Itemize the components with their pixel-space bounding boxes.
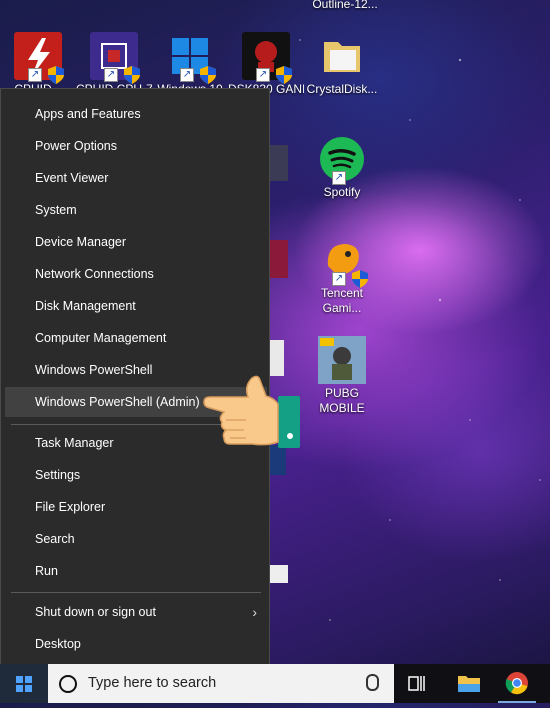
shortcut-arrow-icon: ↗	[256, 68, 270, 82]
file-explorer-taskbar-button[interactable]	[446, 664, 492, 703]
chrome-taskbar-button[interactable]	[494, 664, 540, 703]
desktop-icon-spotify[interactable]: ↗ Spotify	[304, 135, 380, 200]
menu-item-shutdown-signout[interactable]: Shut down or sign out ›	[5, 597, 267, 627]
desktop-icon-tencent[interactable]: ↗ Tencent Gami...	[304, 236, 380, 316]
file-explorer-icon	[458, 676, 480, 692]
spotify-icon: ↗	[318, 135, 366, 185]
menu-item-system[interactable]: System	[5, 195, 267, 225]
cortana-circle-icon	[59, 675, 77, 693]
desktop-top-label[interactable]: Outline-12...	[300, 0, 390, 12]
pubg-mobile-icon	[318, 336, 366, 384]
desktop-icon-label: CrystalDisk...	[306, 82, 378, 96]
windows-start-icon	[16, 676, 32, 692]
menu-item-desktop[interactable]: Desktop	[5, 629, 267, 659]
taskbar: Type here to search	[0, 664, 550, 703]
shortcut-arrow-icon: ↗	[28, 68, 42, 82]
cpuz-app-icon: ↗	[90, 32, 140, 84]
desktop-icon-label: Tencent Gami...	[320, 286, 364, 315]
shortcut-arrow-icon: ↗	[332, 272, 346, 286]
task-view-button[interactable]	[394, 664, 440, 703]
menu-item-settings[interactable]: Settings	[5, 460, 267, 490]
menu-item-apps-features[interactable]: Apps and Features	[5, 99, 267, 129]
partial-desktop-icons	[270, 145, 290, 585]
dsk-app-icon: ↗	[242, 32, 292, 84]
tencent-gaming-icon: ↗	[318, 236, 368, 288]
menu-item-power-options[interactable]: Power Options	[5, 131, 267, 161]
menu-item-run[interactable]: Run	[5, 556, 267, 586]
uac-shield-icon	[352, 270, 368, 288]
pointing-hand-icon	[203, 375, 300, 448]
chevron-right-icon: ›	[252, 604, 257, 620]
desktop-icon-label: PUBG MOBILE	[319, 386, 365, 415]
desktop-icon-crystaldisk[interactable]: CrystalDisk...	[304, 32, 380, 97]
menu-item-computer-management[interactable]: Computer Management	[5, 323, 267, 353]
desktop-icon-pubg[interactable]: PUBG MOBILE	[304, 336, 380, 416]
start-button[interactable]	[0, 664, 48, 703]
uac-shield-icon	[276, 66, 292, 84]
search-placeholder: Type here to search	[88, 675, 217, 691]
cpuid-app-icon: ↗	[14, 32, 64, 84]
taskbar-search-box[interactable]: Type here to search	[48, 664, 394, 703]
folder-icon	[318, 32, 366, 80]
menu-item-file-explorer[interactable]: File Explorer	[5, 492, 267, 522]
menu-item-disk-management[interactable]: Disk Management	[5, 291, 267, 321]
uac-shield-icon	[124, 66, 140, 84]
windows-logo-icon: ↗	[166, 32, 216, 84]
menu-item-device-manager[interactable]: Device Manager	[5, 227, 267, 257]
uac-shield-icon	[200, 66, 216, 84]
shortcut-arrow-icon: ↗	[104, 68, 118, 82]
desktop-icon-label: Outline-12...	[312, 0, 378, 11]
uac-shield-icon	[48, 66, 64, 84]
microphone-icon[interactable]	[366, 674, 379, 691]
task-view-icon	[408, 676, 425, 691]
menu-item-network-connections[interactable]: Network Connections	[5, 259, 267, 289]
shortcut-arrow-icon: ↗	[332, 171, 346, 185]
chrome-icon	[505, 672, 528, 695]
menu-item-event-viewer[interactable]: Event Viewer	[5, 163, 267, 193]
menu-separator	[11, 592, 261, 593]
desktop-icon-label: Spotify	[323, 185, 361, 199]
menu-item-label: Shut down or sign out	[35, 605, 156, 619]
shortcut-arrow-icon: ↗	[180, 68, 194, 82]
menu-item-search[interactable]: Search	[5, 524, 267, 554]
